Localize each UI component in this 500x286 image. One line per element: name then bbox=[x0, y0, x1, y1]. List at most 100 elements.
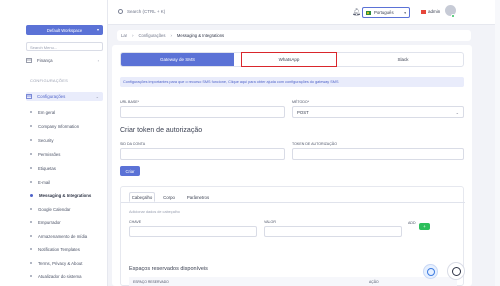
breadcrumb-current: Messaging & Integrations bbox=[176, 33, 225, 38]
settings-card: Gateway de SMS WhatsApp Slack Configuraç… bbox=[112, 45, 472, 286]
base-url-input[interactable] bbox=[120, 106, 285, 118]
sidebar-subitem-label: Em geral bbox=[38, 109, 56, 115]
finance-icon bbox=[26, 58, 32, 63]
sidebar-subitem[interactable]: Em geral bbox=[30, 108, 55, 116]
sidebar-item-configurations[interactable]: Configurações ⌄ bbox=[26, 92, 103, 101]
sidebar: Default Workspace ▾ Search Menu... Finan… bbox=[0, 0, 108, 286]
sidebar-subitem-label: Etiquetas bbox=[38, 165, 56, 171]
tab-slack[interactable]: Slack bbox=[341, 53, 465, 66]
tab-divider bbox=[121, 202, 465, 203]
section-title: Criar token de autorização bbox=[120, 127, 203, 134]
sidebar-subitem[interactable]: Company Information bbox=[30, 122, 79, 130]
sidebar-subitem-label: Security bbox=[38, 137, 54, 143]
placeholders-table-header: ESPAÇO RESERVADO AÇÃO bbox=[129, 277, 457, 286]
method-value: POST bbox=[297, 109, 309, 115]
col-action: AÇÃO bbox=[369, 280, 379, 284]
bullet-icon bbox=[30, 181, 32, 183]
breadcrumb-home[interactable]: Lar bbox=[121, 33, 127, 38]
account-sid-label: SID DA CONTA bbox=[120, 142, 146, 146]
search-icon bbox=[118, 9, 123, 14]
create-button[interactable]: Criar bbox=[120, 166, 140, 176]
chevron-down-icon: ▾ bbox=[96, 27, 99, 32]
workspace-button[interactable]: Default Workspace ▾ bbox=[26, 25, 103, 35]
header-key-input[interactable] bbox=[129, 226, 257, 237]
bullet-icon bbox=[30, 111, 32, 113]
add-header-button[interactable]: + bbox=[419, 223, 430, 230]
sidebar-subitem[interactable]: Permissões bbox=[30, 150, 60, 158]
settings-widget-button[interactable] bbox=[447, 262, 465, 280]
key-label: CHAVE bbox=[129, 220, 142, 224]
tab-body[interactable]: Corpo bbox=[159, 192, 179, 202]
chevron-right-icon: › bbox=[97, 58, 99, 63]
sidebar-subitem[interactable]: Etiquetas bbox=[30, 164, 56, 172]
chevron-down-icon: ⌄ bbox=[455, 109, 459, 115]
base-url-label: URL BASE* bbox=[120, 100, 140, 104]
sidebar-subitem[interactable]: Terms, Privacy & About bbox=[30, 259, 82, 267]
bullet-icon bbox=[30, 235, 32, 237]
sidebar-item-label: Configurações bbox=[37, 94, 66, 99]
sidebar-subitem-label: Atualizador do sistema bbox=[38, 273, 82, 279]
auth-token-label: TOKEN DE AUTORIZAÇÃO bbox=[292, 142, 337, 146]
sidebar-item-finance[interactable]: Finança › bbox=[26, 56, 103, 65]
sidebar-subitem-label: Terms, Privacy & About bbox=[38, 260, 83, 266]
bullet-icon bbox=[30, 248, 32, 250]
sidebar-group-title: CONFIGURAÇÕES bbox=[30, 78, 68, 83]
value-label: VALOR bbox=[264, 220, 276, 224]
language-select[interactable]: Português ▾ bbox=[362, 7, 410, 18]
help-chat-button[interactable] bbox=[423, 264, 438, 279]
sidebar-subitem[interactable]: Empurrador bbox=[30, 218, 61, 226]
sidebar-subitem-label: Notification Templates bbox=[38, 246, 80, 252]
chevron-down-icon: ▾ bbox=[404, 10, 406, 15]
bullet-icon bbox=[30, 275, 32, 277]
account-sid-input[interactable] bbox=[120, 148, 285, 160]
settings-icon bbox=[26, 94, 32, 99]
global-search[interactable]: Search (CTRL + K) bbox=[127, 9, 165, 14]
sidebar-subitem[interactable]: Security bbox=[30, 136, 54, 144]
sidebar-subitem-label: E-mail bbox=[38, 179, 51, 185]
bullet-icon bbox=[30, 208, 32, 210]
breadcrumb-separator: › bbox=[170, 33, 172, 38]
bullet-icon bbox=[30, 221, 32, 223]
add-label: ADD bbox=[408, 221, 416, 225]
tab-parameters[interactable]: Parâmetros bbox=[183, 192, 213, 202]
placeholders-title: Espaços reservados disponíveis bbox=[129, 266, 208, 272]
sidebar-subitem[interactable]: Google Calendar bbox=[30, 205, 71, 213]
breadcrumb-parent[interactable]: Configurações bbox=[138, 33, 165, 38]
bullet-icon bbox=[30, 153, 32, 155]
sidebar-subitem[interactable]: Notification Templates bbox=[30, 245, 80, 253]
bullet-icon bbox=[30, 167, 32, 169]
sidebar-subitem-label: Empurrador bbox=[38, 219, 61, 225]
sidebar-subitem-label: Messaging & Integrations bbox=[39, 192, 92, 198]
method-select[interactable]: POST ⌄ bbox=[292, 106, 464, 118]
col-placeholder: ESPAÇO RESERVADO bbox=[133, 280, 169, 284]
auth-token-input[interactable] bbox=[292, 148, 464, 160]
info-banner[interactable]: Configurações importantes para que o rec… bbox=[120, 77, 464, 87]
language-label: Português bbox=[374, 10, 394, 15]
sidebar-subitem[interactable]: Atualizador do sistema bbox=[30, 272, 81, 280]
bullet-icon bbox=[30, 262, 32, 264]
integration-tabs: Gateway de SMS WhatsApp Slack bbox=[120, 52, 464, 67]
tab-whatsapp[interactable]: WhatsApp bbox=[241, 52, 337, 67]
bell-icon[interactable]: 🔔︎ bbox=[352, 8, 361, 16]
sidebar-subitem[interactable]: E-mail bbox=[30, 178, 50, 186]
breadcrumb-separator: › bbox=[132, 33, 134, 38]
tab-header[interactable]: Cabeçalho bbox=[129, 192, 155, 202]
add-header-hint: Adicionar dados de cabeçalho bbox=[129, 210, 180, 214]
sidebar-subitem[interactable]: Messaging & Integrations bbox=[30, 191, 91, 199]
workspace-button-label: Default Workspace bbox=[46, 27, 83, 33]
user-name[interactable]: admin bbox=[428, 9, 440, 14]
tab-sms-gateway[interactable]: Gateway de SMS bbox=[121, 53, 234, 66]
top-bar: Search (CTRL + K) 🔔︎ Português ▾ admin bbox=[108, 0, 500, 25]
bullet-icon bbox=[30, 125, 32, 127]
bullet-icon bbox=[30, 193, 33, 197]
header-value-input[interactable] bbox=[264, 226, 402, 237]
bullet-icon bbox=[30, 139, 32, 141]
menu-search-input[interactable]: Search Menu... bbox=[26, 42, 103, 51]
online-status-dot bbox=[451, 14, 455, 18]
method-label: MÉTODO* bbox=[292, 100, 310, 104]
scrollbar[interactable] bbox=[495, 0, 500, 286]
chevron-down-icon: ⌄ bbox=[95, 94, 99, 99]
sidebar-subitem-label: Armazenamento de mídia bbox=[38, 233, 88, 239]
sidebar-subitem[interactable]: Armazenamento de mídia bbox=[30, 232, 87, 240]
breadcrumb: Lar › Configurações › Messaging & Integr… bbox=[117, 30, 471, 41]
